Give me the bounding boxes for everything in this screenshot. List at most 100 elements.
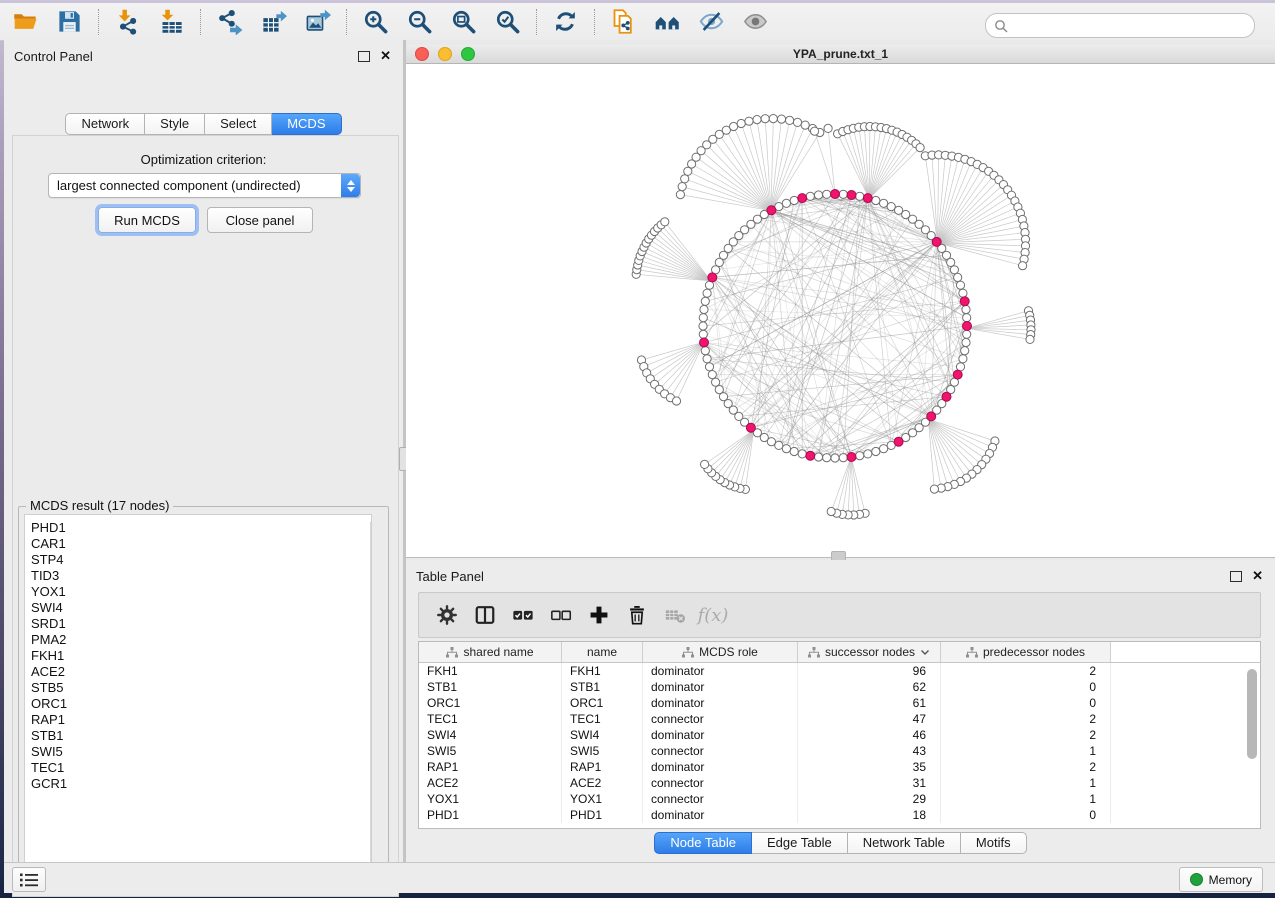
import-network-button[interactable]	[110, 7, 144, 37]
graph-leaf-node[interactable]	[745, 117, 753, 125]
graph-node[interactable]	[823, 454, 831, 462]
column-header-predecessor-nodes[interactable]: predecessor nodes	[941, 642, 1111, 662]
table-row[interactable]: SWI5SWI5connector431	[419, 743, 1260, 759]
graph-leaf-node[interactable]	[1019, 262, 1027, 270]
column-header-successor-nodes[interactable]: successor nodes	[798, 642, 941, 662]
graph-leaf-node[interactable]	[916, 144, 924, 152]
graph-leaf-node[interactable]	[786, 116, 794, 124]
table-row[interactable]: TEC1TEC1connector472	[419, 711, 1260, 727]
zoom-fit-button[interactable]	[446, 7, 480, 37]
table-row[interactable]: SWI4SWI4dominator462	[419, 727, 1260, 743]
graph-node[interactable]	[963, 314, 971, 322]
graph-mcds-node[interactable]	[932, 237, 941, 246]
graph-leaf-node[interactable]	[678, 183, 686, 191]
graph-mcds-node[interactable]	[927, 412, 936, 421]
graph-node[interactable]	[705, 363, 713, 371]
mcds-list-item[interactable]: ACE2	[25, 664, 371, 680]
table-row[interactable]: STB1STB1dominator620	[419, 679, 1260, 695]
delete-button[interactable]	[619, 597, 655, 633]
graph-mcds-node[interactable]	[863, 194, 872, 203]
graph-mcds-node[interactable]	[963, 322, 972, 331]
table-row[interactable]: PHD1PHD1dominator180	[419, 807, 1260, 823]
run-mcds-button[interactable]: Run MCDS	[98, 207, 196, 233]
graph-leaf-node[interactable]	[761, 115, 769, 123]
graph-node[interactable]	[708, 371, 716, 379]
table-row[interactable]: FKH1FKH1dominator962	[419, 663, 1260, 679]
graph-node[interactable]	[880, 445, 888, 453]
table-row[interactable]: RAP1RAP1dominator352	[419, 759, 1260, 775]
graph-mcds-node[interactable]	[798, 194, 807, 203]
graph-mcds-node[interactable]	[700, 338, 709, 347]
graph-mcds-node[interactable]	[767, 206, 776, 215]
graph-node[interactable]	[798, 450, 806, 458]
graph-node[interactable]	[839, 190, 847, 198]
mcds-list-item[interactable]: PMA2	[25, 632, 371, 648]
graph-node[interactable]	[961, 347, 969, 355]
float-panel-icon[interactable]	[358, 51, 370, 62]
graph-node[interactable]	[950, 266, 958, 274]
graph-node[interactable]	[775, 441, 783, 449]
graph-node[interactable]	[806, 192, 814, 200]
mcds-list-item[interactable]: STB1	[25, 728, 371, 744]
graph-leaf-node[interactable]	[930, 485, 938, 493]
graph-leaf-node[interactable]	[661, 218, 669, 226]
memory-button[interactable]: Memory	[1179, 867, 1263, 892]
export-image-button[interactable]	[300, 7, 334, 37]
graph-leaf-node[interactable]	[676, 191, 684, 199]
criterion-select[interactable]: largest connected component (undirected)	[48, 173, 361, 198]
graph-node[interactable]	[959, 289, 967, 297]
graph-node[interactable]	[700, 305, 708, 313]
hide-selected-button[interactable]	[694, 7, 728, 37]
graph-node[interactable]	[699, 330, 707, 338]
graph-node[interactable]	[872, 447, 880, 455]
refresh-button[interactable]	[548, 7, 582, 37]
graph-node[interactable]	[963, 330, 971, 338]
open-folder-button[interactable]	[8, 7, 42, 37]
graph-node[interactable]	[790, 196, 798, 204]
mcds-list-item[interactable]: RAP1	[25, 712, 371, 728]
graph-node[interactable]	[701, 347, 709, 355]
tab-node-table[interactable]: Node Table	[654, 832, 752, 854]
graph-mcds-node[interactable]	[847, 453, 856, 462]
graph-leaf-node[interactable]	[672, 397, 680, 405]
task-history-button[interactable]	[12, 867, 46, 892]
graph-node[interactable]	[959, 355, 967, 363]
graph-node[interactable]	[839, 454, 847, 462]
graph-node[interactable]	[712, 378, 720, 386]
column-header-shared-name[interactable]: shared name	[419, 642, 562, 662]
graph-node[interactable]	[782, 199, 790, 207]
graph-node[interactable]	[703, 289, 711, 297]
graph-node[interactable]	[962, 338, 970, 346]
graph-mcds-node[interactable]	[746, 423, 755, 432]
graph-node[interactable]	[856, 192, 864, 200]
graph-leaf-node[interactable]	[753, 116, 761, 124]
graph-node[interactable]	[872, 196, 880, 204]
tab-motifs[interactable]: Motifs	[961, 832, 1027, 854]
graph-mcds-node[interactable]	[708, 273, 717, 282]
graph-node[interactable]	[814, 453, 822, 461]
mcds-list-scrollbar[interactable]	[370, 522, 372, 874]
tab-style[interactable]: Style	[145, 113, 205, 135]
graph-leaf-node[interactable]	[737, 119, 745, 127]
deselect-all-button[interactable]	[543, 597, 579, 633]
graph-mcds-node[interactable]	[831, 190, 840, 199]
export-network-button[interactable]	[212, 7, 246, 37]
tab-network[interactable]: Network	[65, 113, 145, 135]
graph-node[interactable]	[782, 445, 790, 453]
graph-leaf-node[interactable]	[811, 127, 819, 135]
graph-node[interactable]	[887, 203, 895, 211]
graph-node[interactable]	[831, 454, 839, 462]
table-row[interactable]: YOX1YOX1connector291	[419, 791, 1260, 807]
graph-leaf-node[interactable]	[681, 175, 689, 183]
table-row[interactable]: ACE2ACE2connector311	[419, 775, 1260, 791]
graph-leaf-node[interactable]	[793, 118, 801, 126]
graph-node[interactable]	[864, 450, 872, 458]
graph-node[interactable]	[947, 258, 955, 266]
close-panel-icon[interactable]: ✕	[380, 51, 391, 61]
graph-mcds-node[interactable]	[953, 370, 962, 379]
mcds-list-item[interactable]: PHD1	[25, 520, 371, 536]
graph-leaf-node[interactable]	[824, 124, 832, 132]
mcds-list-item[interactable]: TEC1	[25, 760, 371, 776]
float-table-panel-icon[interactable]	[1230, 571, 1242, 582]
close-panel-button[interactable]: Close panel	[207, 207, 313, 233]
